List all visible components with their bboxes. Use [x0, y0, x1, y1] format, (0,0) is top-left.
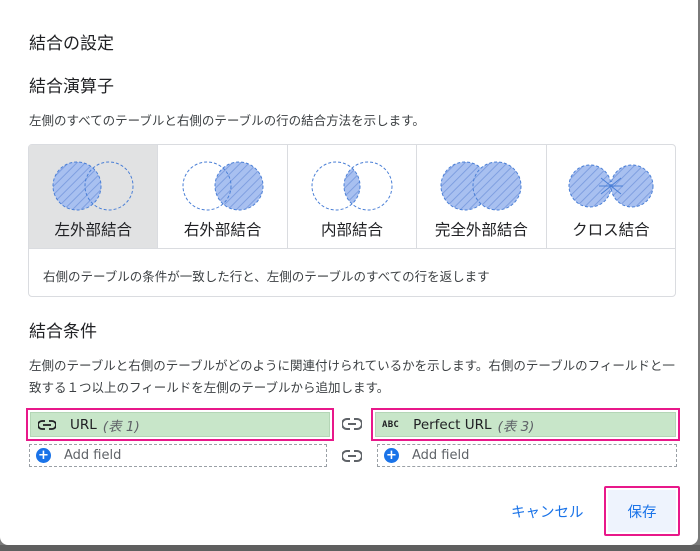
conditions-description: 左側のテーブルと右側のテーブルがどのように関連付けられているかを示します。右側の…: [29, 358, 675, 395]
right-add-field[interactable]: + Add field: [377, 444, 677, 467]
join-settings-dialog: 結合の設定 結合演算子 左側のすべてのテーブルと右側のテーブルの行の結合方法を示…: [0, 0, 698, 545]
join-type-label: 左外部結合: [54, 221, 132, 239]
right-field-name: Perfect URL: [413, 416, 492, 433]
cancel-button[interactable]: キャンセル: [511, 501, 584, 522]
conditions-heading: 結合条件: [29, 322, 97, 342]
join-operator-panel: 左外部結合 右外部結合 内部結合 完全外部結合 クロス結合 右側のテーブルの条件…: [28, 144, 676, 297]
join-type-label: 右外部結合: [183, 221, 262, 239]
right-join-icon: [182, 161, 264, 211]
join-type-full[interactable]: 完全外部結合: [417, 145, 547, 248]
link-icon: [38, 419, 56, 430]
add-field-label: Add field: [412, 448, 470, 463]
left-join-field[interactable]: URL (表 1): [30, 412, 330, 437]
dialog-title: 結合の設定: [29, 34, 114, 54]
join-type-label: 完全外部結合: [434, 221, 528, 239]
add-field-label: Add field: [64, 448, 122, 463]
inner-join-icon: [311, 161, 393, 211]
right-join-field[interactable]: ABC Perfect URL (表 3): [375, 412, 676, 437]
plus-icon: +: [36, 448, 51, 463]
right-field-table: (表 3): [497, 418, 535, 435]
operator-description: 左側のすべてのテーブルと右側のテーブルの行の結合方法を示します。: [29, 113, 425, 128]
left-join-icon: [52, 161, 134, 211]
full-join-icon: [440, 161, 522, 211]
cross-join-icon: [568, 164, 654, 208]
background-overlay: [0, 545, 700, 551]
join-type-label: 内部結合: [321, 221, 384, 239]
join-type-right[interactable]: 右外部結合: [158, 145, 288, 248]
join-type-description: 右側のテーブルの条件が一致した行と、左側のテーブルのすべての行を返します: [43, 269, 490, 284]
join-type-label: クロス結合: [572, 221, 650, 239]
link-icon: [342, 418, 362, 430]
join-type-inner[interactable]: 内部結合: [288, 145, 418, 248]
left-add-field[interactable]: + Add field: [29, 444, 327, 467]
save-button-highlight: 保存: [604, 486, 680, 536]
link-icon: [342, 450, 362, 462]
left-field-name: URL: [70, 416, 97, 433]
left-field-table: (表 1): [102, 418, 140, 435]
save-button[interactable]: 保存: [608, 490, 676, 532]
join-type-cross[interactable]: クロス結合: [547, 145, 675, 248]
join-type-left[interactable]: 左外部結合: [29, 145, 159, 248]
plus-icon: +: [384, 448, 399, 463]
operator-heading: 結合演算子: [29, 77, 114, 97]
text-type-icon: ABC: [382, 419, 400, 430]
join-type-selector: 左外部結合 右外部結合 内部結合 完全外部結合 クロス結合: [29, 145, 675, 249]
